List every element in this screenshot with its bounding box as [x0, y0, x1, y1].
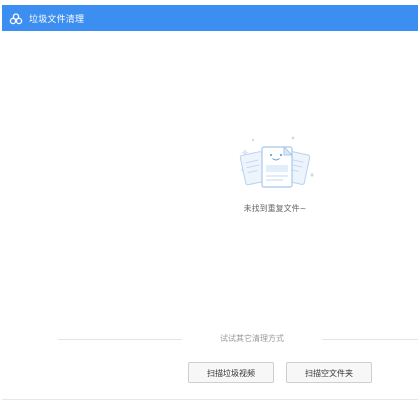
divider-label: 试试其它清理方式 [220, 334, 284, 343]
window-title: 垃圾文件清理 [29, 14, 85, 25]
divider-line-left [58, 339, 182, 340]
alternative-methods-divider: 试试其它清理方式 [58, 333, 418, 345]
title-bar: 垃圾文件清理 [2, 5, 418, 31]
scan-junk-videos-button[interactable]: 扫描垃圾视频 [188, 362, 274, 383]
bottom-divider [2, 399, 418, 400]
cloud-icon [9, 11, 23, 25]
divider-line-right [322, 339, 418, 340]
empty-state-message: 未找到重复文件~ [243, 204, 307, 213]
app-window: 垃圾文件清理 未找到重复文件~ 试试其它清理方式 扫描垃圾视频 扫描空文件夹 [2, 0, 418, 407]
documents-icon [233, 133, 319, 197]
scan-empty-folders-button[interactable]: 扫描空文件夹 [286, 362, 372, 383]
